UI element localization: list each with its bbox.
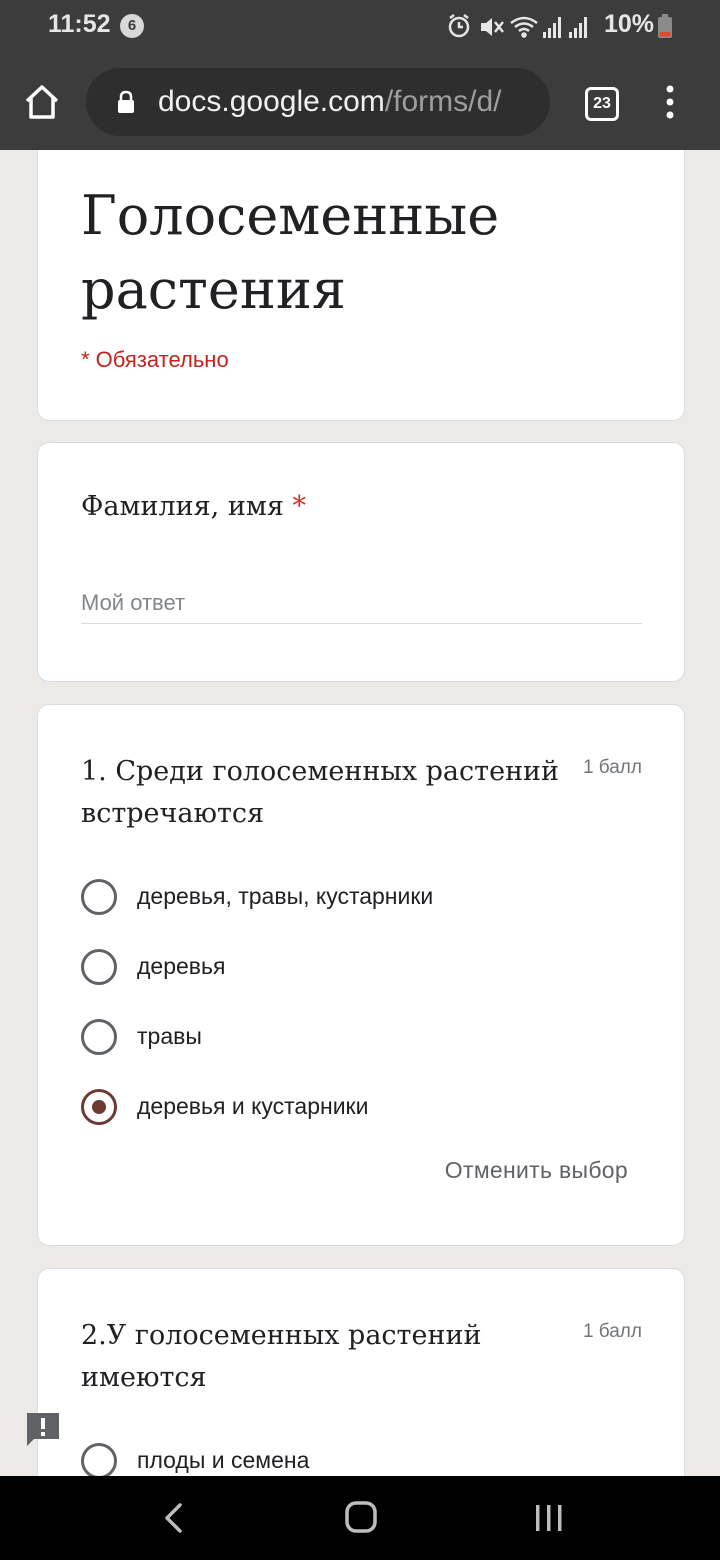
question-card-1: 1. Среди голосеменных растений встречают…	[37, 704, 685, 1246]
more-menu-icon[interactable]	[660, 82, 680, 122]
back-icon[interactable]	[160, 1502, 188, 1534]
form-title: Голосеменные растения	[81, 184, 500, 321]
status-bar: 11:52 6 10%	[0, 0, 720, 52]
browser-toolbar: docs.google.com/forms/d/ 23	[0, 52, 720, 150]
status-time: 11:52	[48, 10, 111, 38]
radio-option-selected[interactable]: деревья и кустарники	[81, 1087, 641, 1127]
radio-option[interactable]: плоды и семена	[81, 1441, 641, 1476]
signal-icon	[543, 17, 561, 38]
name-question-card: Фамилия, имя *	[37, 442, 685, 682]
radio-button[interactable]	[81, 879, 117, 915]
radio-option[interactable]: травы	[81, 1017, 641, 1057]
wifi-icon	[510, 16, 538, 38]
radio-option[interactable]: деревья, травы, кустарники	[81, 877, 641, 917]
option-label: травы	[137, 1023, 202, 1049]
radio-button[interactable]	[81, 1443, 117, 1476]
option-label: деревья и кустарники	[137, 1093, 369, 1119]
alarm-icon	[448, 14, 470, 38]
radio-button-checked[interactable]	[81, 1089, 117, 1125]
name-answer-input[interactable]	[81, 583, 642, 624]
home-nav-icon[interactable]	[344, 1500, 378, 1534]
question-text: 2.У голосеменных растений имеются	[81, 1320, 482, 1393]
option-label: плоды и семена	[137, 1447, 310, 1473]
clear-selection-button[interactable]: Отменить выбор	[445, 1157, 628, 1184]
battery-low-icon	[658, 14, 672, 38]
form-header-card: Голосеменные растения * Обязательно	[37, 150, 685, 421]
feedback-icon[interactable]	[24, 1410, 62, 1448]
url-text: docs.google.com/forms/d/	[158, 85, 538, 121]
radio-button[interactable]	[81, 1019, 117, 1055]
question-label: Фамилия, имя *	[81, 491, 306, 522]
question-text: 1. Среди голосеменных растений встречают…	[81, 756, 560, 829]
radio-option[interactable]: деревья	[81, 947, 641, 987]
required-note: * Обязательно	[81, 347, 229, 372]
question-card-2: 2.У голосеменных растений имеются 1 балл…	[37, 1268, 685, 1476]
home-icon[interactable]	[22, 82, 62, 122]
option-label: деревья	[137, 953, 226, 979]
signal-icon	[569, 17, 587, 38]
lock-icon	[118, 90, 134, 113]
system-nav-bar	[0, 1476, 720, 1560]
battery-percent: 10%	[604, 10, 655, 38]
tab-switcher-button[interactable]: 23	[585, 87, 619, 121]
recent-apps-icon[interactable]	[533, 1502, 565, 1534]
question-points: 1 балл	[582, 1321, 642, 1342]
name-question-text: Фамилия, имя	[81, 491, 284, 522]
option-label: деревья, травы, кустарники	[137, 883, 434, 909]
status-icons	[448, 14, 587, 38]
url-path: /forms/d/	[384, 85, 502, 118]
question-points: 1 балл	[582, 757, 642, 778]
required-star: *	[292, 491, 306, 522]
page-content: Голосеменные растения * Обязательно Фами…	[0, 150, 720, 1476]
radio-button[interactable]	[81, 949, 117, 985]
url-host: docs.google.com	[158, 85, 385, 118]
mute-icon	[481, 18, 504, 36]
notification-count-badge: 6	[120, 14, 144, 38]
address-bar[interactable]: docs.google.com/forms/d/	[86, 68, 550, 136]
